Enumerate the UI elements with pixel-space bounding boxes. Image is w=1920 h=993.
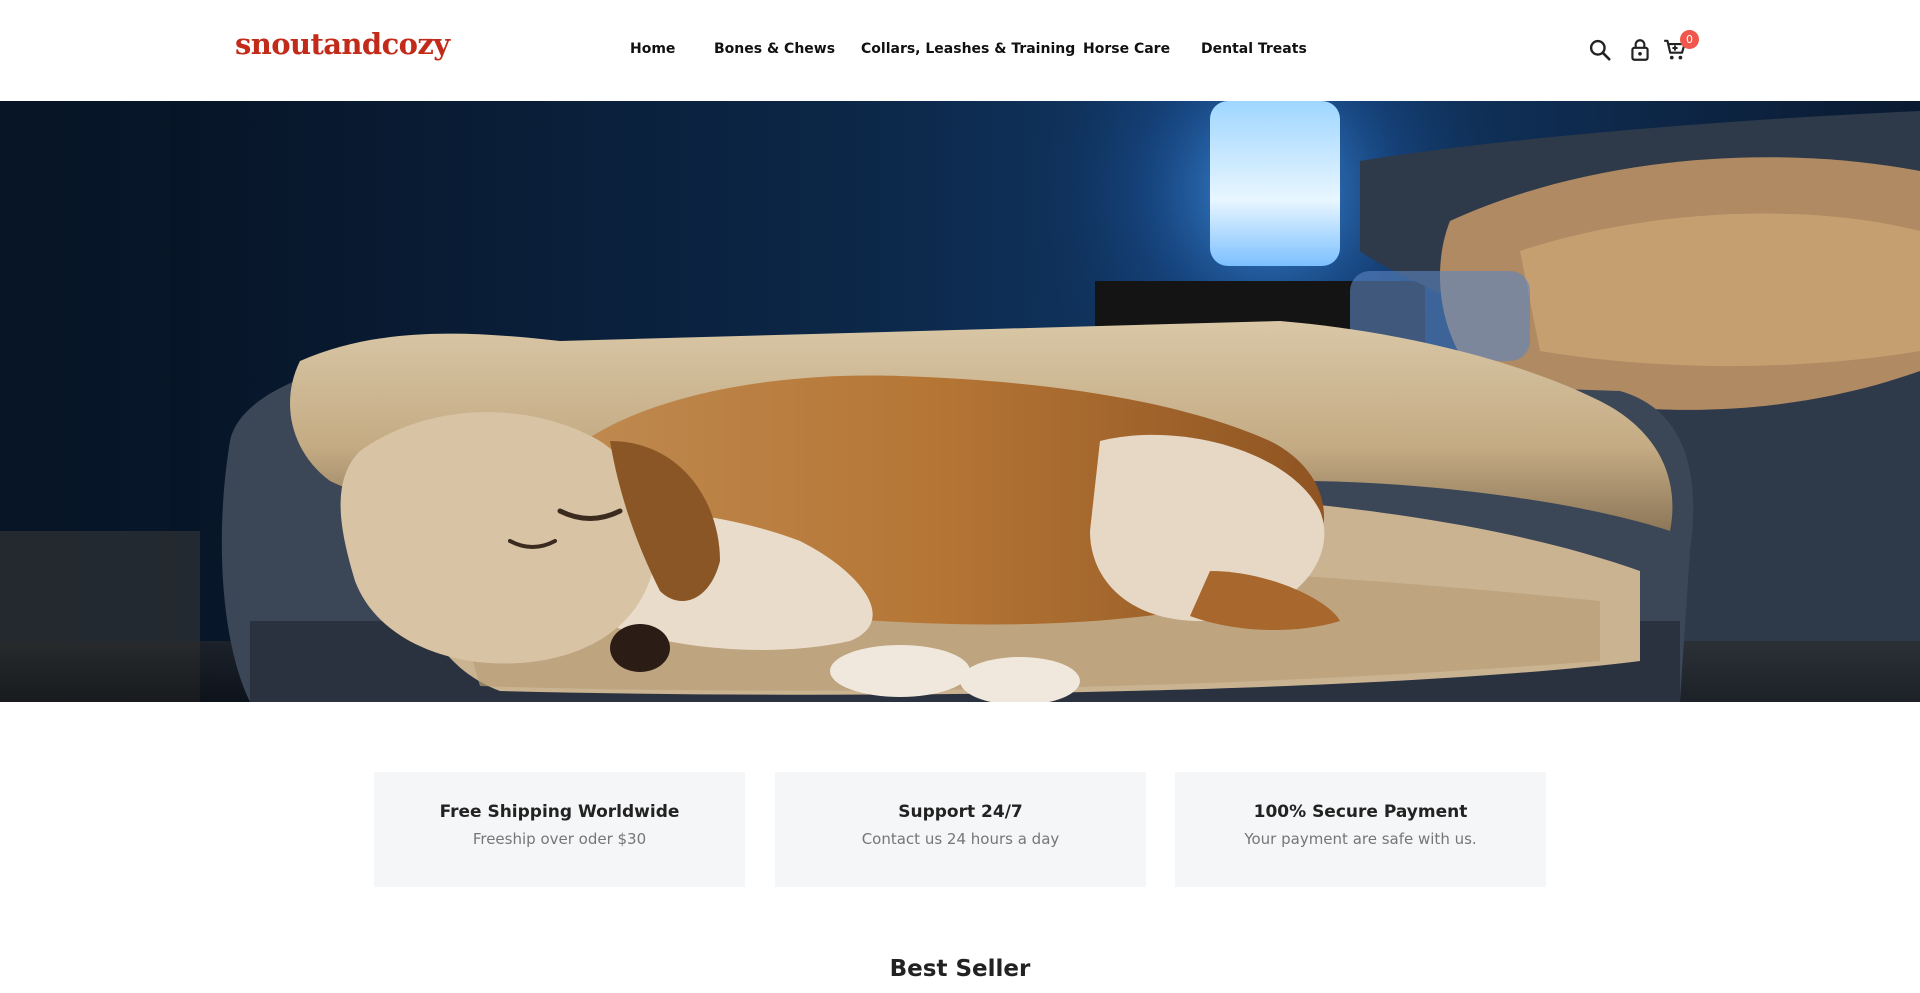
nav-item-home[interactable]: Home xyxy=(630,41,675,57)
lock-icon xyxy=(1631,39,1649,61)
features-row: Free Shipping Worldwide Freeship over od… xyxy=(0,772,1920,887)
nav-item-collars-leashes-training[interactable]: Collars, Leashes & Training xyxy=(861,41,1075,57)
search-button[interactable] xyxy=(1587,37,1613,63)
feature-card-payment: 100% Secure Payment Your payment are saf… xyxy=(1175,772,1546,887)
feature-card-shipping: Free Shipping Worldwide Freeship over od… xyxy=(374,772,745,887)
account-button[interactable] xyxy=(1627,37,1653,63)
feature-title: Support 24/7 xyxy=(898,802,1023,822)
feature-card-support: Support 24/7 Contact us 24 hours a day xyxy=(775,772,1146,887)
best-seller-heading: Best Seller xyxy=(889,956,1031,982)
nav-item-dental-treats[interactable]: Dental Treats xyxy=(1201,41,1307,57)
cart-count-badge: 0 xyxy=(1680,30,1699,49)
feature-title: 100% Secure Payment xyxy=(1253,802,1468,822)
search-icon xyxy=(1589,39,1611,61)
nav-item-horse-care[interactable]: Horse Care xyxy=(1083,41,1170,57)
nav-item-bones-chews[interactable]: Bones & Chews xyxy=(714,41,835,57)
hero-banner xyxy=(0,101,1920,702)
feature-subtitle: Your payment are safe with us. xyxy=(1244,830,1477,848)
site-header: snoutandcozy Home Bones & Chews Collars,… xyxy=(0,0,1920,101)
hero-image xyxy=(0,101,1920,702)
feature-title: Free Shipping Worldwide xyxy=(439,802,680,822)
feature-subtitle: Freeship over oder $30 xyxy=(472,830,647,848)
feature-subtitle: Contact us 24 hours a day xyxy=(861,830,1060,848)
